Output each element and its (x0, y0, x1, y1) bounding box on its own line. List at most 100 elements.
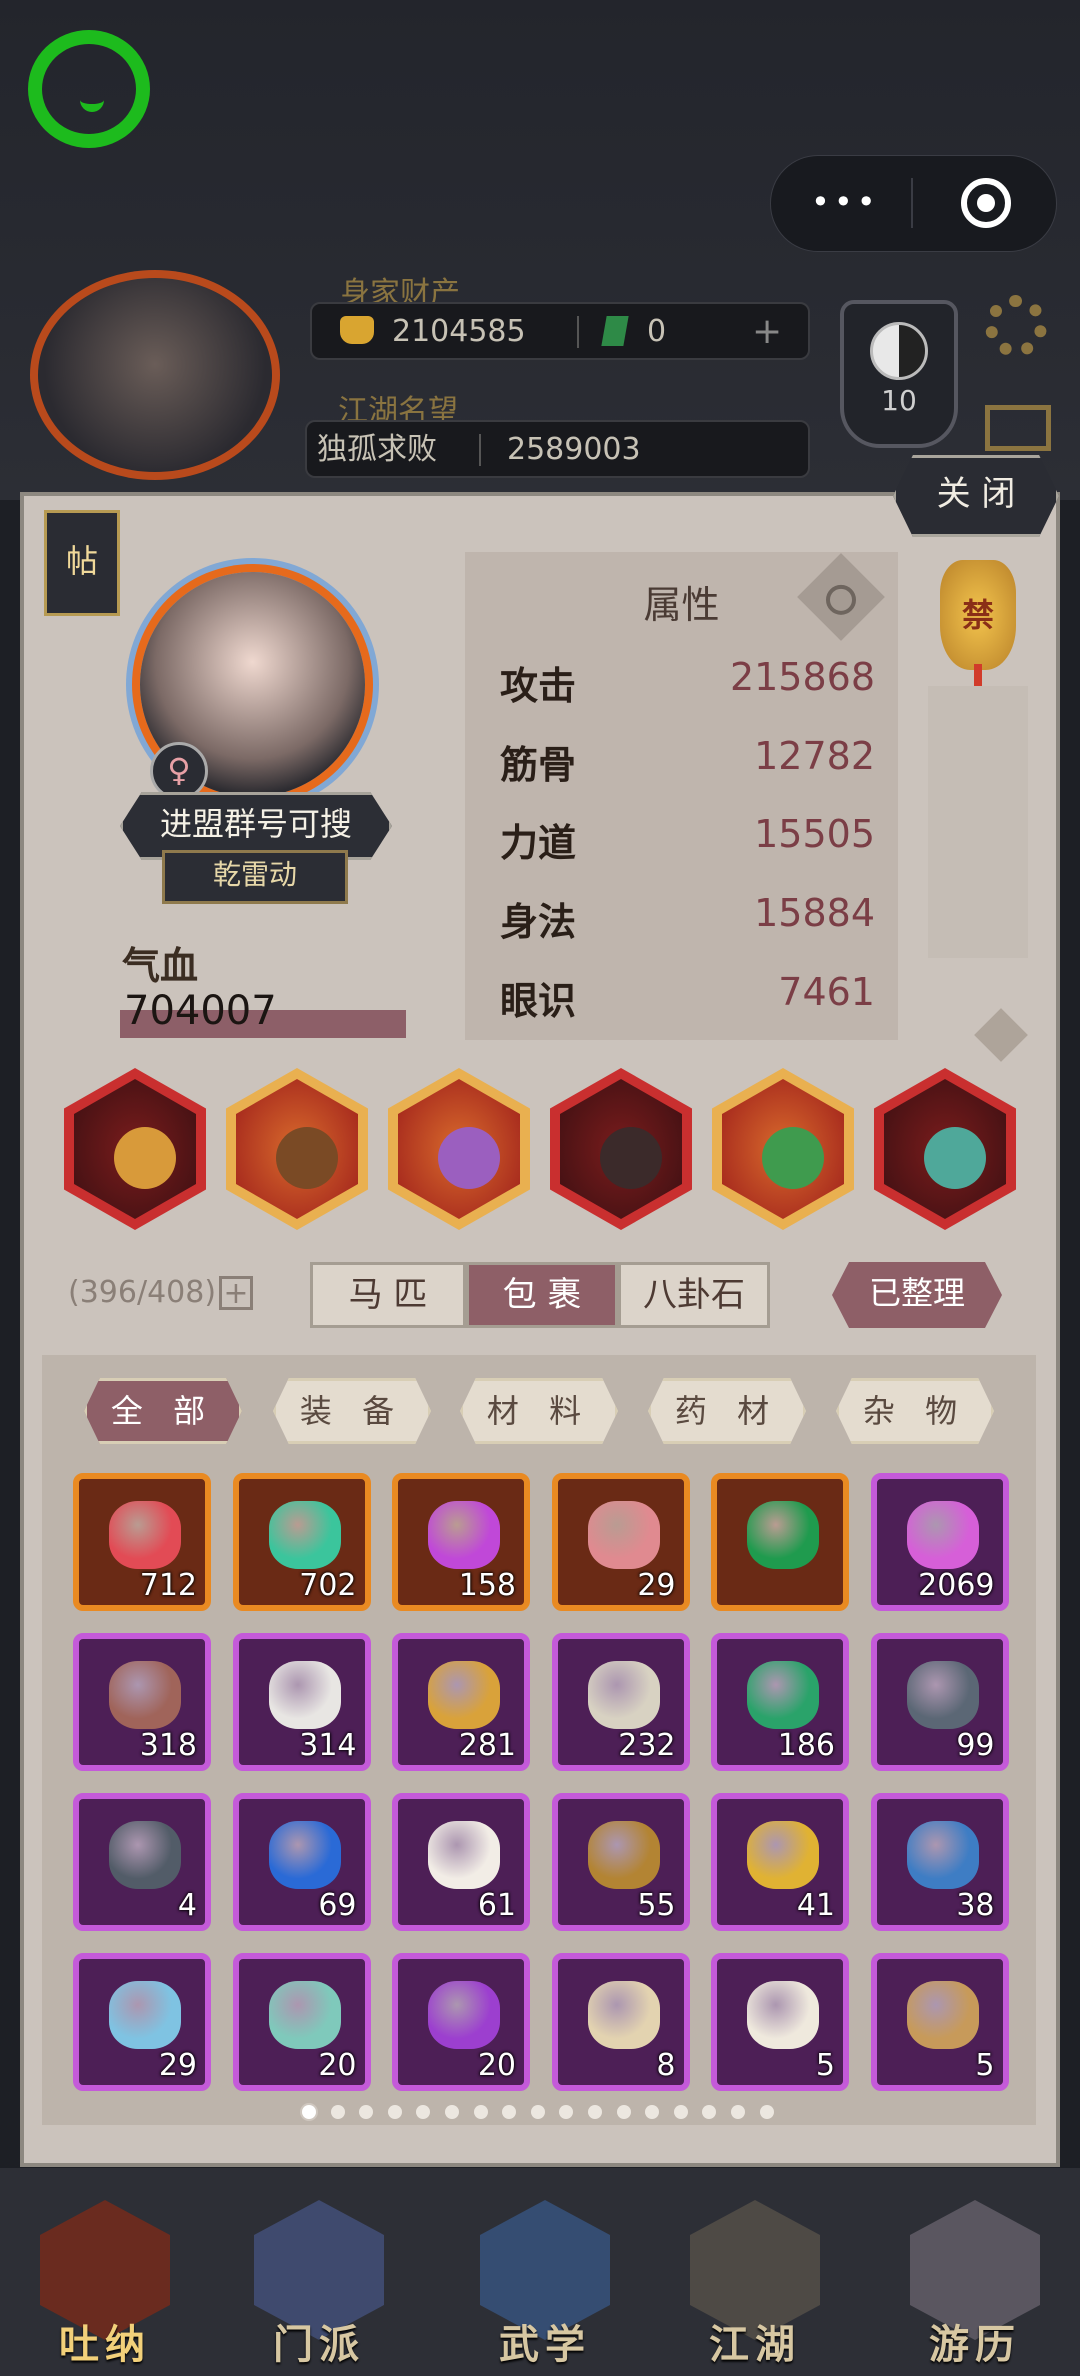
blue-cloth-icon (906, 1821, 979, 1889)
inventory-slot[interactable]: 2069 (870, 1473, 1009, 1611)
item-count: 712 (139, 1568, 197, 1603)
player-avatar[interactable] (30, 270, 280, 480)
nav-travel[interactable]: 游历 (900, 2200, 1050, 2368)
page-dot[interactable] (473, 2105, 488, 2119)
expand-bag-button[interactable]: + (219, 1276, 253, 1310)
inventory-slot[interactable]: 99 (870, 1633, 1009, 1771)
inventory-slot[interactable]: 20 (232, 1953, 371, 2091)
inventory-slot[interactable]: 5 (870, 1953, 1009, 2091)
nav-tuna[interactable]: 吐纳 (30, 2200, 180, 2368)
dark-ore-icon (906, 1661, 979, 1729)
item-count: 99 (956, 1728, 995, 1763)
tab-horse[interactable]: 马 匹 (310, 1262, 466, 1328)
inventory-slot[interactable]: 8 (551, 1953, 690, 2091)
post-button[interactable]: 帖 (44, 510, 120, 616)
jade-slip-icon (268, 1981, 341, 2049)
item-count: 314 (299, 1728, 357, 1763)
fame-value: 2589003 (507, 432, 641, 467)
inventory-slot[interactable]: 232 (551, 1633, 690, 1771)
item-count: 2069 (918, 1568, 995, 1603)
item-count: 5 (815, 2048, 835, 2083)
cotton-icon (268, 1661, 341, 1729)
close-program-icon[interactable] (961, 178, 1011, 228)
page-dot[interactable] (731, 2105, 745, 2119)
ban-talisman-icon[interactable]: 禁 (940, 560, 1016, 698)
inventory-slot[interactable]: 29 (551, 1473, 690, 1611)
page-dot[interactable] (759, 2105, 774, 2119)
dried-meat-icon (109, 1661, 181, 1729)
inventory-slot[interactable]: 712 (73, 1473, 211, 1611)
filter-herbs[interactable]: 药 材 (648, 1378, 806, 1444)
inventory-slot[interactable]: 5 (711, 1953, 849, 2091)
nav-martial[interactable]: 武学 (470, 2200, 620, 2368)
item-count: 318 (139, 1728, 197, 1763)
add-currency-button[interactable]: + (752, 304, 782, 360)
settings-icon[interactable] (985, 295, 1047, 357)
gold-shard-icon (747, 1821, 819, 1889)
inventory-slot[interactable]: 318 (73, 1633, 211, 1771)
tab-bagua-stone[interactable]: 八卦石 (618, 1262, 770, 1328)
tab-bag[interactable]: 包 裹 (466, 1262, 618, 1328)
inventory-slot[interactable]: 158 (392, 1473, 530, 1611)
page-dot[interactable] (302, 2105, 316, 2119)
nav-sect[interactable]: 门派 (244, 2200, 394, 2368)
inventory-slot[interactable]: 4 (73, 1793, 211, 1931)
inventory-slot[interactable]: 20 (392, 1953, 530, 2091)
page-dot[interactable] (387, 2105, 402, 2119)
attribute-row: 攻击 215868 (500, 655, 875, 708)
taiji-level-badge[interactable]: 10 (840, 300, 958, 448)
inventory-slot[interactable]: 314 (232, 1633, 371, 1771)
filter-equipment[interactable]: 装 备 (273, 1378, 431, 1444)
inventory-slot[interactable]: 186 (711, 1633, 849, 1771)
attribute-row: 筋骨 12782 (500, 734, 875, 787)
page-dot[interactable] (588, 2105, 602, 2119)
pink-pills-icon (587, 1501, 660, 1569)
attribute-value: 15505 (754, 812, 875, 856)
nav-jianghu[interactable]: 江湖 (680, 2200, 830, 2368)
red-crystal-icon (109, 1501, 181, 1569)
character-title[interactable]: 乾雷动 (162, 850, 348, 904)
sort-button[interactable]: 已整理 (832, 1262, 1002, 1328)
pearl-icon (428, 1821, 500, 1889)
page-dot[interactable] (673, 2105, 688, 2119)
item-count: 281 (458, 1728, 516, 1763)
chat-icon[interactable] (28, 30, 150, 148)
emerald-ore-icon (747, 1661, 819, 1729)
attribute-value: 215868 (729, 655, 875, 699)
item-count: 4 (177, 1888, 197, 1923)
filter-materials[interactable]: 材 料 (460, 1378, 618, 1444)
item-count: 232 (618, 1728, 676, 1763)
page-dot[interactable] (445, 2105, 459, 2119)
inventory-slot[interactable]: 61 (392, 1793, 530, 1931)
page-dot[interactable] (330, 2105, 345, 2119)
letter-icon (587, 1981, 660, 2049)
boots-icon (600, 1127, 662, 1189)
page-dot[interactable] (616, 2105, 631, 2119)
inventory-slot[interactable]: 29 (73, 1953, 211, 2091)
inventory-slot[interactable]: 702 (232, 1473, 371, 1611)
inventory-slot[interactable]: 69 (232, 1793, 371, 1931)
inventory-slot[interactable]: 38 (870, 1793, 1009, 1931)
attribute-value: 7461 (778, 970, 875, 1014)
more-icon[interactable]: ••• (811, 186, 880, 218)
jade-disc-icon (747, 1501, 819, 1569)
inventory-slot[interactable] (711, 1473, 849, 1611)
filter-misc[interactable]: 杂 物 (836, 1378, 994, 1444)
mount-icon (924, 1127, 986, 1189)
mail-icon[interactable] (985, 405, 1051, 451)
inventory-slot[interactable]: 55 (551, 1793, 690, 1931)
taiji-icon (870, 322, 928, 380)
divider (577, 316, 579, 348)
side-strip (928, 686, 1028, 958)
filter-all[interactable]: 全 部 (84, 1378, 242, 1444)
close-button[interactable]: 关 闭 (893, 455, 1059, 537)
item-count: 8 (656, 2048, 676, 2083)
red-booklet-icon (428, 1661, 500, 1729)
armor-icon (587, 1821, 660, 1889)
attribute-name: 攻击 (500, 664, 577, 708)
inventory-slot[interactable]: 41 (711, 1793, 849, 1931)
gauntlet-icon (114, 1127, 176, 1189)
item-count: 41 (796, 1888, 835, 1923)
page-dot[interactable] (530, 2105, 545, 2119)
inventory-slot[interactable]: 281 (392, 1633, 530, 1771)
